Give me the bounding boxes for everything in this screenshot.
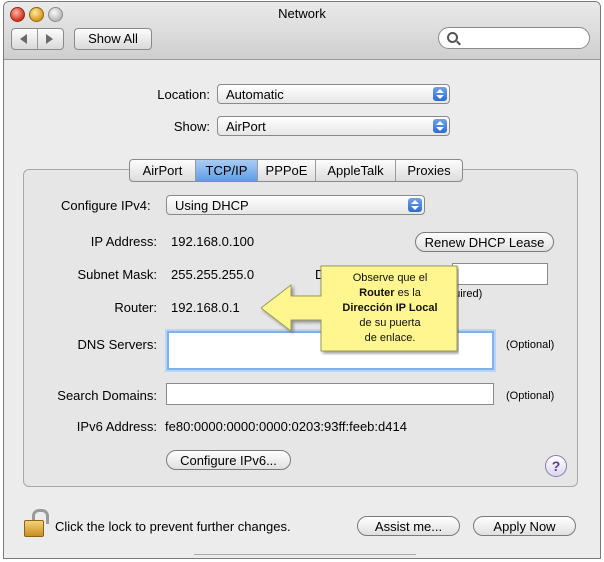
network-window: Network Show All Location: Automatic Sho…: [3, 1, 601, 559]
window-bottom-edge: [194, 554, 416, 558]
callout-line-3: Dirección IP Local: [323, 301, 457, 316]
dhcp-client-id-field[interactable]: [452, 263, 548, 285]
forward-arrow-icon[interactable]: [46, 34, 53, 44]
subnet-mask-label: Subnet Mask:: [77, 267, 158, 282]
apply-now-button[interactable]: Apply Now: [473, 516, 576, 536]
show-all-button[interactable]: Show All: [74, 28, 152, 50]
configure-ipv4-value: Using DHCP: [175, 198, 249, 213]
configure-ipv4-popup[interactable]: Using DHCP: [166, 195, 425, 215]
search-domains-field[interactable]: [166, 383, 494, 405]
callout-text: Observe que el Router es la Dirección IP…: [323, 271, 457, 346]
ip-address-value: 192.168.0.100: [171, 234, 255, 249]
stepper-icon: [433, 119, 447, 133]
assist-me-button[interactable]: Assist me...: [357, 516, 460, 536]
stepper-icon: [408, 198, 422, 212]
callout-router-word: Router: [359, 287, 395, 299]
tab-bar: AirPort TCP/IP PPPoE AppleTalk Proxies: [129, 159, 463, 182]
back-forward-control: [11, 28, 64, 50]
callout-line-2-rest: es la: [394, 287, 421, 299]
search-domains-label: Search Domains:: [57, 388, 157, 403]
ip-address-label: IP Address:: [90, 234, 157, 249]
configure-ipv4-label: Configure IPv4:: [61, 198, 151, 213]
callout-line-5: de enlace.: [364, 332, 416, 344]
router-value: 192.168.0.1: [171, 300, 240, 315]
lock-message: Click the lock to prevent further change…: [55, 519, 291, 534]
callout-line-1: Observe que el: [352, 272, 428, 284]
configure-ipv6-button[interactable]: Configure IPv6...: [166, 450, 291, 470]
callout-local-ip-phrase: Dirección IP Local: [342, 302, 438, 314]
location-popup[interactable]: Automatic: [217, 84, 450, 104]
dns-servers-label: DNS Servers:: [77, 337, 157, 352]
lock-icon[interactable]: [24, 509, 49, 537]
window-title: Network: [278, 6, 326, 21]
title-bar: Network Show All: [4, 2, 600, 60]
segment-divider: [37, 29, 38, 49]
tab-airport[interactable]: AirPort: [130, 160, 196, 181]
location-label: Location:: [157, 87, 210, 102]
ipv6-address-value: fe80:0000:0000:0000:0203:93ff:feeb:d414: [165, 419, 407, 434]
callout-line-2: Router es la: [323, 286, 457, 301]
tab-pppoe[interactable]: PPPoE: [258, 160, 316, 181]
renew-dhcp-lease-button[interactable]: Renew DHCP Lease: [415, 232, 554, 252]
lock-body: [24, 520, 44, 537]
search-optional-note: (Optional): [506, 390, 555, 402]
show-value: AirPort: [226, 119, 266, 134]
ipv6-address-label: IPv6 Address:: [76, 419, 157, 434]
help-icon[interactable]: ?: [545, 455, 567, 477]
show-label: Show:: [173, 119, 210, 134]
search-icon: [447, 32, 458, 43]
show-popup[interactable]: AirPort: [217, 116, 450, 136]
tab-appletalk[interactable]: AppleTalk: [316, 160, 396, 181]
stepper-icon: [433, 87, 447, 101]
back-arrow-icon[interactable]: [20, 34, 27, 44]
router-label: Router:: [114, 300, 157, 315]
search-field[interactable]: [438, 27, 590, 49]
location-value: Automatic: [226, 87, 284, 102]
subnet-mask-value: 255.255.255.0: [171, 267, 255, 282]
callout-line-4: de su puerta: [359, 317, 421, 329]
search-input[interactable]: [463, 30, 585, 47]
annotation-callout: Observe que el Router es la Dirección IP…: [261, 265, 459, 355]
tab-tcpip[interactable]: TCP/IP: [196, 160, 258, 181]
dns-optional-note: (Optional): [506, 339, 555, 351]
tab-proxies[interactable]: Proxies: [396, 160, 462, 181]
